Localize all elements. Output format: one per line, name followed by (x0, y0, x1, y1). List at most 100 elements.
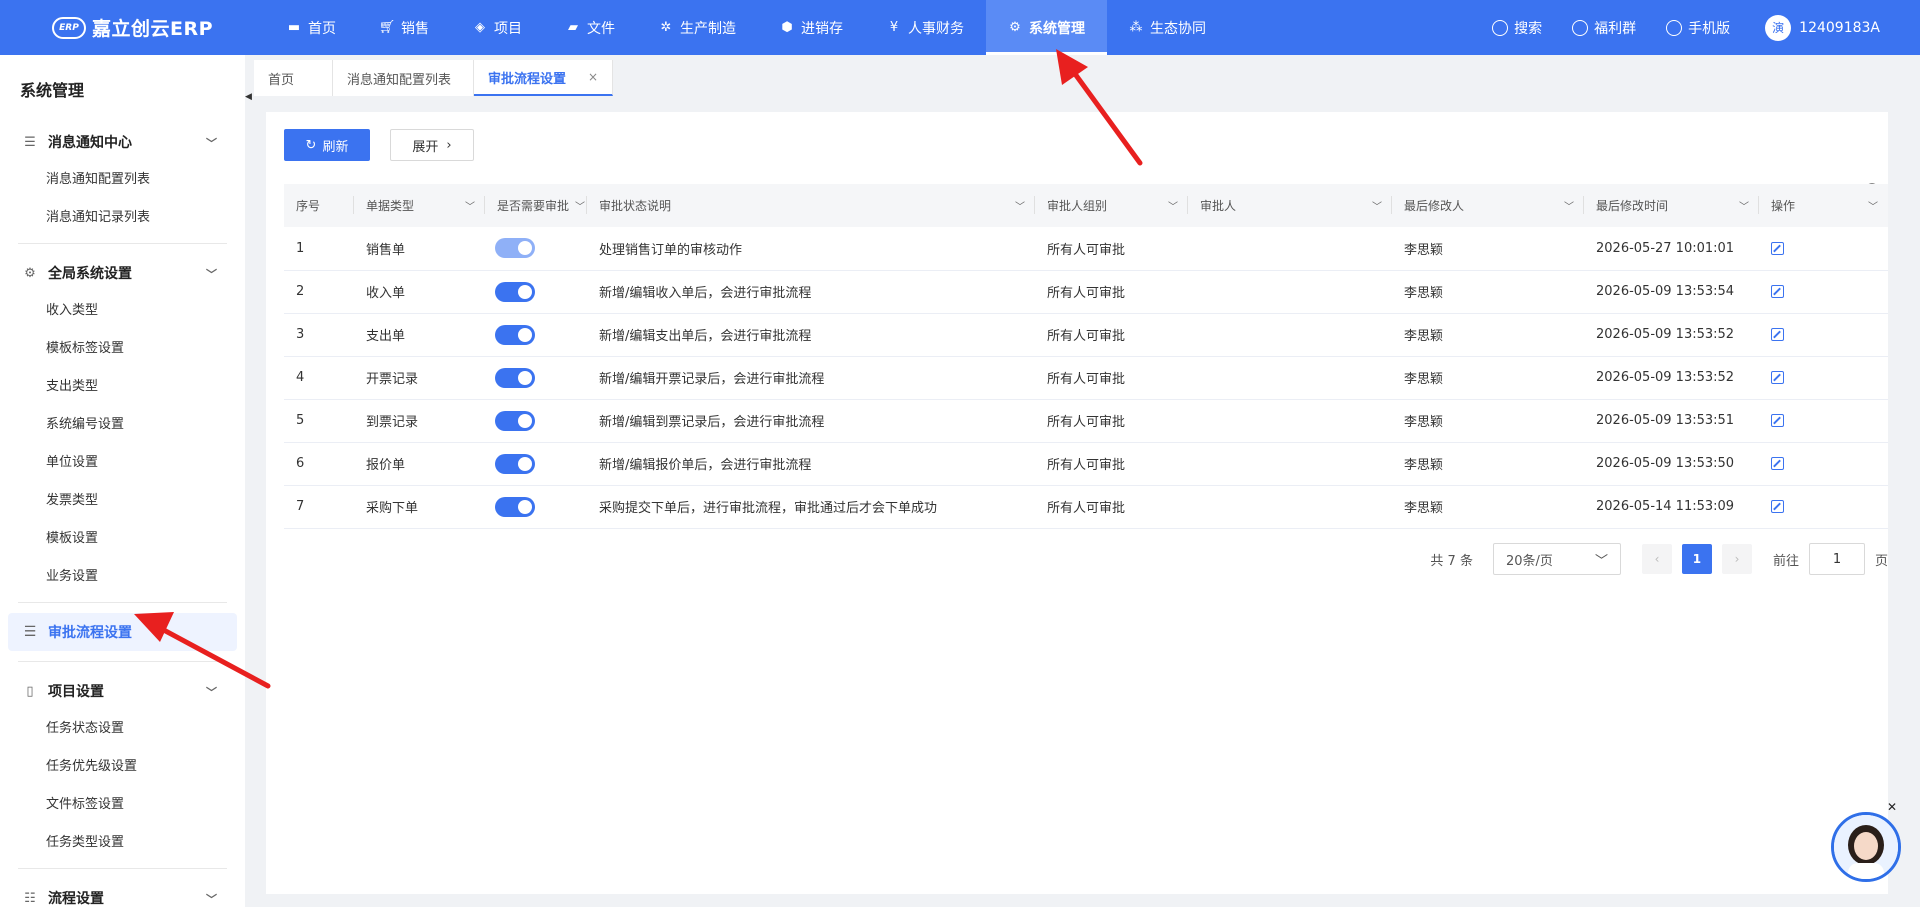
chevron-right-icon: › (446, 137, 452, 153)
edit-icon[interactable] (1771, 500, 1784, 513)
assistant-avatar[interactable] (1831, 812, 1901, 882)
nav-system-management[interactable]: ⚙ 系统管理 (986, 0, 1107, 55)
box-icon: ⬢ (781, 20, 793, 35)
approval-table: 序号 单据类型 ﹀ 是否需要审批 ﹀ 审批状态说明 ﹀ 审批人组别 ﹀ 审批人 ﹀ 最后修… (284, 184, 1888, 529)
top-right-tools: 搜索 福利群 手机版 演 12409183A (1477, 0, 1920, 55)
main-panel: ↻ 刷新 展开 › 序号 单据类型 ﹀ 是否需要审批 ﹀ 审批状态说明 ﹀ 审批人组别… (266, 112, 1888, 894)
approval-toggle[interactable] (495, 496, 535, 517)
goto-page: 前往 1 页 (1773, 543, 1888, 575)
col-header-need-approval[interactable]: 是否需要审批 ﹀ (485, 184, 587, 227)
tab-home[interactable]: 首页 (254, 60, 334, 96)
folder-icon: ▰ (568, 20, 578, 35)
close-icon[interactable]: ✕ (1887, 800, 1897, 814)
sidebar-item-numbering[interactable]: 系统编号设置 (0, 406, 245, 444)
col-header-approver-group[interactable]: 审批人组别 ﹀ (1035, 184, 1188, 227)
approval-toggle[interactable] (495, 238, 535, 259)
sidebar-group-message-center[interactable]: ☰ 消息通知中心 ﹀ (0, 123, 245, 161)
table-row: 5 到票记录 新增/编辑到票记录后，会进行审批流程 所有人可审批 李思颖 202… (284, 399, 1888, 443)
sidebar-item-task-type[interactable]: 任务类型设置 (0, 824, 245, 862)
col-header-doc-type[interactable]: 单据类型 ﹀ (354, 184, 485, 227)
sidebar-item-task-status[interactable]: 任务状态设置 (0, 710, 245, 748)
page-size-select[interactable]: 20条/页 ﹀ (1492, 543, 1621, 575)
page-number-button[interactable]: 1 (1681, 544, 1712, 574)
nav-sales[interactable]: 🛒︎ 销售 (358, 0, 451, 55)
divider (18, 868, 227, 869)
tab-notify-config[interactable]: 消息通知配置列表 (333, 60, 475, 96)
nav-project[interactable]: ◈ 项目 (451, 0, 544, 55)
sidebar-item-templates[interactable]: 模板设置 (0, 520, 245, 558)
sliders-icon: ☷ (24, 890, 36, 906)
finance-icon: ¥ (889, 20, 899, 35)
col-header-modifier[interactable]: 最后修改人 ﹀ (1392, 184, 1584, 227)
sidebar-item-expense-type[interactable]: 支出类型 (0, 368, 245, 406)
goto-page-input[interactable]: 1 (1808, 543, 1865, 575)
sidebar-group-global-settings[interactable]: ⚙ 全局系统设置 ﹀ (0, 254, 245, 292)
nav-hr-finance[interactable]: ¥ 人事财务 (865, 0, 986, 55)
edit-icon[interactable] (1771, 371, 1784, 384)
cart-icon: 🛒︎ (378, 20, 396, 35)
top-navbar: ERP 嘉立创云ERP ▬ 首页 🛒︎ 销售 ◈ 项目 ▰ 文件 ✲ 生产制造 ⬢ 进销存 … (0, 0, 1920, 55)
nav-files[interactable]: ▰ 文件 (544, 0, 637, 55)
expand-button[interactable]: 展开 › (390, 129, 474, 161)
edit-icon[interactable] (1771, 457, 1784, 470)
sidebar-item-units[interactable]: 单位设置 (0, 444, 245, 482)
col-header-modified-time[interactable]: 最后修改时间 ﹀ (1584, 184, 1759, 227)
nav-ecosystem[interactable]: ⁂ 生态协同 (1107, 0, 1228, 55)
nav-inventory[interactable]: ⬢ 进销存 (758, 0, 865, 55)
sidebar-group-project-settings[interactable]: ▯ 项目设置 ﹀ (0, 672, 245, 710)
divider (18, 602, 227, 603)
sidebar-item-notify-records[interactable]: 消息通知记录列表 (0, 199, 245, 237)
collapse-sidebar-icon[interactable]: ◀ (245, 92, 253, 108)
erp-cloud-icon: ERP (52, 16, 86, 39)
user-menu[interactable]: 演 12409183A (1745, 14, 1880, 41)
col-header-approver[interactable]: 审批人 ﹀ (1188, 184, 1392, 227)
search-button[interactable]: 搜索 (1477, 18, 1557, 38)
chevron-down-icon: ﹀ (1168, 202, 1178, 213)
sidebar-item-file-tags[interactable]: 文件标签设置 (0, 786, 245, 824)
chevron-down-icon: ﹀ (575, 202, 585, 213)
chevron-down-icon: ﹀ (1015, 202, 1025, 213)
document-icon: ▯ (26, 683, 34, 699)
brand-logo[interactable]: ERP 嘉立创云ERP (0, 0, 265, 55)
list-icon: ☰ (23, 624, 37, 640)
sidebar-group-process-settings[interactable]: ☷ 流程设置 ﹀ (0, 879, 245, 907)
refresh-button[interactable]: ↻ 刷新 (284, 129, 370, 161)
col-header-status-desc[interactable]: 审批状态说明 ﹀ (587, 184, 1035, 227)
edit-icon[interactable] (1771, 285, 1784, 298)
approval-toggle[interactable] (495, 367, 535, 388)
sidebar-item-business[interactable]: 业务设置 (0, 558, 245, 596)
sidebar-item-invoice-type[interactable]: 发票类型 (0, 482, 245, 520)
edit-icon[interactable] (1771, 241, 1784, 255)
col-header-no: 序号 (284, 184, 354, 227)
col-header-actions[interactable]: 操作 ﹀ (1759, 184, 1888, 227)
search-icon (1492, 19, 1509, 36)
nav-home[interactable]: ▬ 首页 (265, 0, 358, 55)
sidebar-item-income-type[interactable]: 收入类型 (0, 292, 245, 330)
welfare-group-button[interactable]: 福利群 (1557, 18, 1651, 38)
edit-icon[interactable] (1771, 414, 1784, 427)
monitor-icon: ▬ (287, 20, 301, 35)
nav-manufacturing[interactable]: ✲ 生产制造 (637, 0, 758, 55)
total-count: 共 7 条 (1430, 553, 1473, 569)
sidebar-item-approval-flow[interactable]: ☰ 审批流程设置 (8, 613, 237, 651)
chevron-down-icon: ﹀ (465, 202, 475, 213)
mobile-button[interactable]: 手机版 (1651, 18, 1745, 38)
user-id: 12409183A (1799, 19, 1880, 36)
brand-name: 嘉立创云ERP (92, 18, 214, 40)
close-icon[interactable]: × (588, 70, 598, 84)
next-page-button[interactable]: › (1721, 544, 1752, 574)
sidebar-item-template-tags[interactable]: 模板标签设置 (0, 330, 245, 368)
sidebar-item-notify-config[interactable]: 消息通知配置列表 (0, 161, 245, 199)
prev-page-button[interactable]: ‹ (1641, 544, 1672, 574)
refresh-icon: ↻ (305, 137, 317, 153)
sidebar-item-task-priority[interactable]: 任务优先级设置 (0, 748, 245, 786)
approval-toggle[interactable] (495, 453, 535, 474)
chevron-down-icon: ﹀ (1739, 202, 1749, 213)
approval-toggle[interactable] (495, 324, 535, 345)
gear-icon: ⚙ (24, 265, 36, 281)
tab-approval-flow[interactable]: 审批流程设置 × (474, 60, 614, 96)
approval-toggle[interactable] (495, 410, 535, 431)
approval-toggle[interactable] (495, 281, 535, 302)
edit-icon[interactable] (1771, 328, 1784, 341)
chevron-down-icon: ﹀ (206, 686, 217, 699)
